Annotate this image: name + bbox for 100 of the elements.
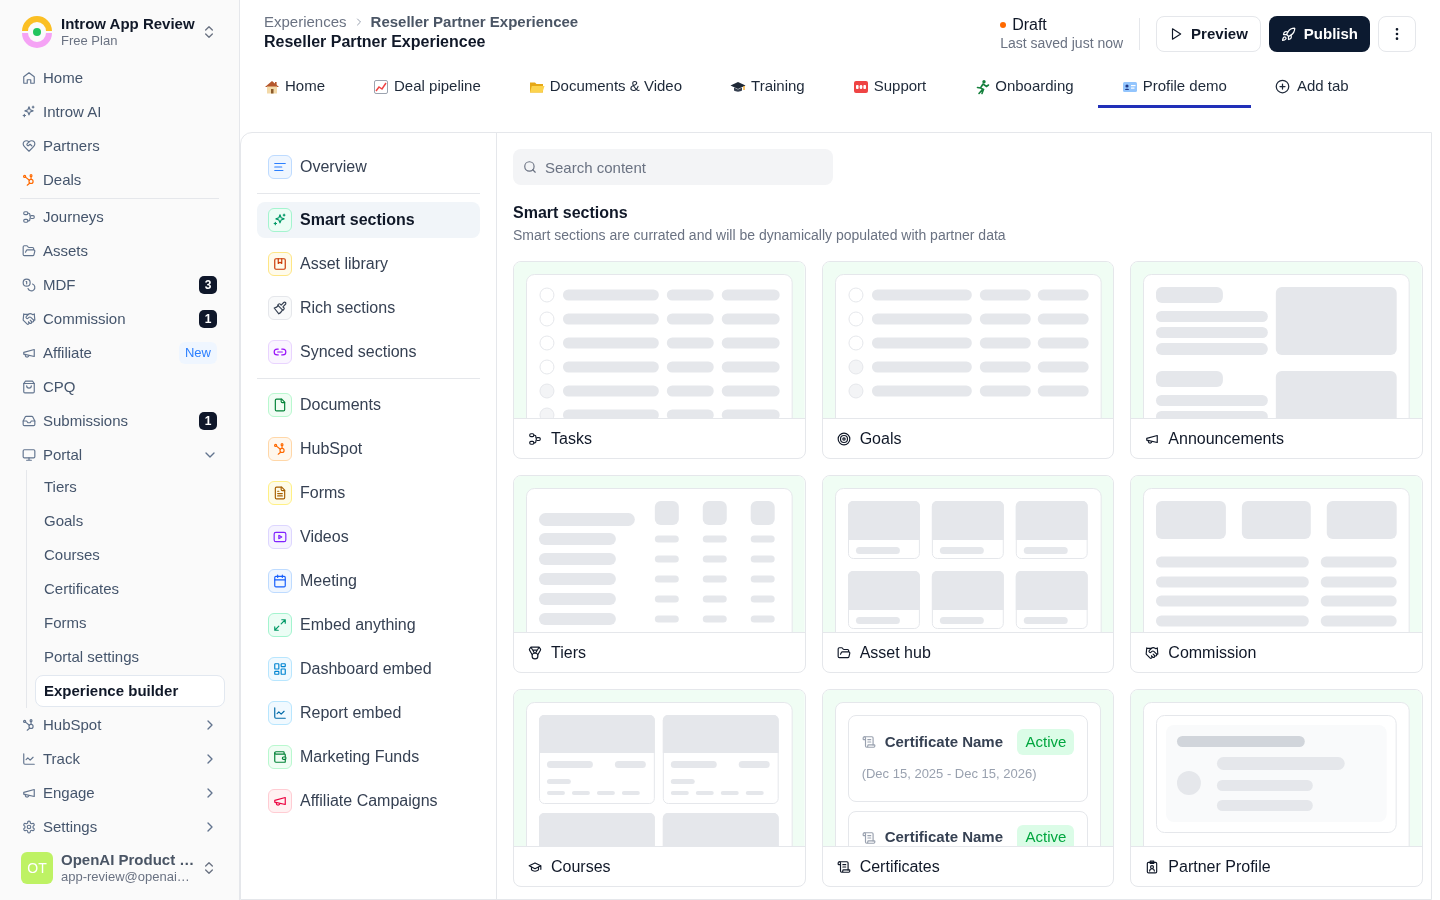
house-icon — [264, 78, 280, 95]
breadcrumb-current: Reseller Partner Experiencee — [370, 11, 579, 32]
status-badge: Active — [1017, 824, 1075, 846]
home-icon — [22, 71, 36, 85]
count-badge: 1 — [199, 412, 217, 430]
runner-icon — [974, 78, 991, 95]
nav-subitem[interactable]: Goals — [35, 505, 225, 537]
section-nav-item[interactable]: Affiliate Campaigns — [257, 783, 480, 819]
dashboard-icon — [268, 657, 292, 681]
tab[interactable]: Home — [240, 68, 349, 108]
nav-subitem[interactable]: Forms — [35, 607, 225, 639]
section-nav-item[interactable]: Marketing Funds — [257, 739, 480, 775]
scroll-icon — [861, 830, 876, 845]
status-badge: Active — [1017, 729, 1075, 755]
tab[interactable]: Training — [706, 68, 829, 108]
section-card-title: Tiers — [551, 642, 586, 663]
section-nav-item[interactable]: Documents — [257, 387, 480, 423]
nav-item[interactable]: Settings — [14, 810, 225, 844]
scroll-icon — [836, 859, 851, 874]
certificate-name: Certificate Name — [884, 827, 1004, 846]
target-icon — [836, 431, 851, 446]
line-chart-icon — [22, 752, 36, 766]
nav-item[interactable]: Introw AI — [14, 95, 225, 129]
shopping-bag-icon — [22, 380, 36, 394]
section-nav-item[interactable]: Dashboard embed — [257, 651, 480, 687]
rocket-icon — [1280, 26, 1296, 42]
nav-subitem[interactable]: Tiers — [35, 471, 225, 503]
add-tab-button[interactable]: Add tab — [1250, 68, 1373, 108]
tab[interactable]: Onboarding — [950, 68, 1098, 108]
nav-subitem[interactable]: Experience builder — [35, 675, 225, 707]
section-nav-item[interactable]: Smart sections — [257, 202, 480, 238]
nav-item[interactable]: Deals — [14, 163, 225, 197]
section-nav-item[interactable]: Embed anything — [257, 607, 480, 643]
section-card-title: Partner Profile — [1168, 856, 1271, 877]
certificate-name: Certificate Name — [884, 731, 1004, 752]
section-nav-item[interactable]: Rich sections — [257, 290, 480, 326]
section-nav-item[interactable]: Videos — [257, 519, 480, 555]
logo-icon — [21, 16, 53, 48]
preview-button[interactable]: Preview — [1156, 16, 1261, 52]
count-badge: 1 — [199, 310, 217, 328]
sprocket-icon — [268, 437, 292, 461]
document-icon — [268, 393, 292, 417]
section-nav-item[interactable]: Report embed — [257, 695, 480, 731]
nav-item[interactable]: Track — [14, 742, 225, 776]
id-badge-icon — [1145, 859, 1160, 874]
section-nav-item[interactable]: Asset library — [257, 246, 480, 282]
section-nav-item[interactable]: Meeting — [257, 563, 480, 599]
expand-icon — [268, 613, 292, 637]
nav-item[interactable]: Assets — [14, 234, 225, 268]
workflow-icon — [528, 431, 542, 446]
handshake-icon — [22, 312, 36, 326]
nav-item[interactable]: HubSpot — [14, 708, 225, 742]
nav-item[interactable]: Submissions — [14, 404, 199, 438]
nav-item[interactable]: Commission — [14, 302, 199, 336]
heart-handshake-icon — [22, 139, 36, 153]
nav-item[interactable]: Home — [14, 61, 225, 95]
nav-item[interactable]: MDF — [14, 268, 199, 302]
workspace-switcher[interactable]: Introw App Review Free Plan — [14, 16, 225, 48]
status-label: Draft — [1012, 16, 1047, 34]
nav-item[interactable]: Engage — [14, 776, 225, 810]
sprocket-icon — [22, 718, 36, 732]
play-icon — [1169, 27, 1184, 41]
nav-subitem[interactable]: Certificates — [35, 573, 225, 605]
nav-item[interactable]: CPQ — [14, 370, 225, 404]
more-button[interactable] — [1378, 16, 1416, 52]
workflow-icon — [22, 210, 36, 224]
nav-subitem[interactable]: Courses — [35, 539, 225, 571]
section-nav-item[interactable]: Forms — [257, 475, 480, 511]
section-card-title: Commission — [1168, 642, 1257, 663]
search-field[interactable]: Search content — [513, 149, 833, 185]
tab[interactable]: Support — [828, 68, 951, 108]
sparkles-icon — [22, 105, 36, 119]
section-card-title: Goals — [859, 428, 902, 449]
form-icon — [268, 481, 292, 505]
publish-button[interactable]: Publish — [1268, 16, 1370, 52]
nav-item[interactable]: Partners — [14, 129, 225, 163]
chart-increasing-icon — [373, 78, 389, 95]
section-nav-item[interactable]: Overview — [257, 149, 480, 185]
section-card-title: Courses — [551, 856, 611, 877]
tab[interactable]: Profile demo — [1097, 68, 1251, 108]
coins-icon — [22, 278, 36, 292]
scroll-icon — [861, 735, 876, 749]
nav-subitem[interactable]: Portal settings — [35, 641, 225, 673]
section-nav-item[interactable]: Synced sections — [257, 334, 480, 370]
tab[interactable]: Documents & Video — [504, 68, 707, 108]
nav-item[interactable]: Portal — [14, 438, 225, 472]
section-card-title: Certificates — [859, 856, 940, 877]
megaphone-icon — [268, 789, 292, 813]
lines-icon — [268, 155, 292, 179]
nav-item[interactable]: Affiliate — [14, 336, 179, 370]
megaphone-icon — [22, 346, 36, 360]
section-heading: Smart sections — [513, 203, 629, 223]
nav-item[interactable]: Journeys — [14, 200, 225, 234]
section-nav-item[interactable]: HubSpot — [257, 431, 480, 467]
megaphone-icon — [22, 786, 36, 800]
wallet-icon — [268, 745, 292, 769]
bookmark-icon — [268, 252, 292, 276]
tab[interactable]: Deal pipeline — [349, 68, 505, 108]
section-card-title: Announcements — [1168, 428, 1284, 449]
breadcrumb-link[interactable]: Experiences — [264, 10, 347, 34]
